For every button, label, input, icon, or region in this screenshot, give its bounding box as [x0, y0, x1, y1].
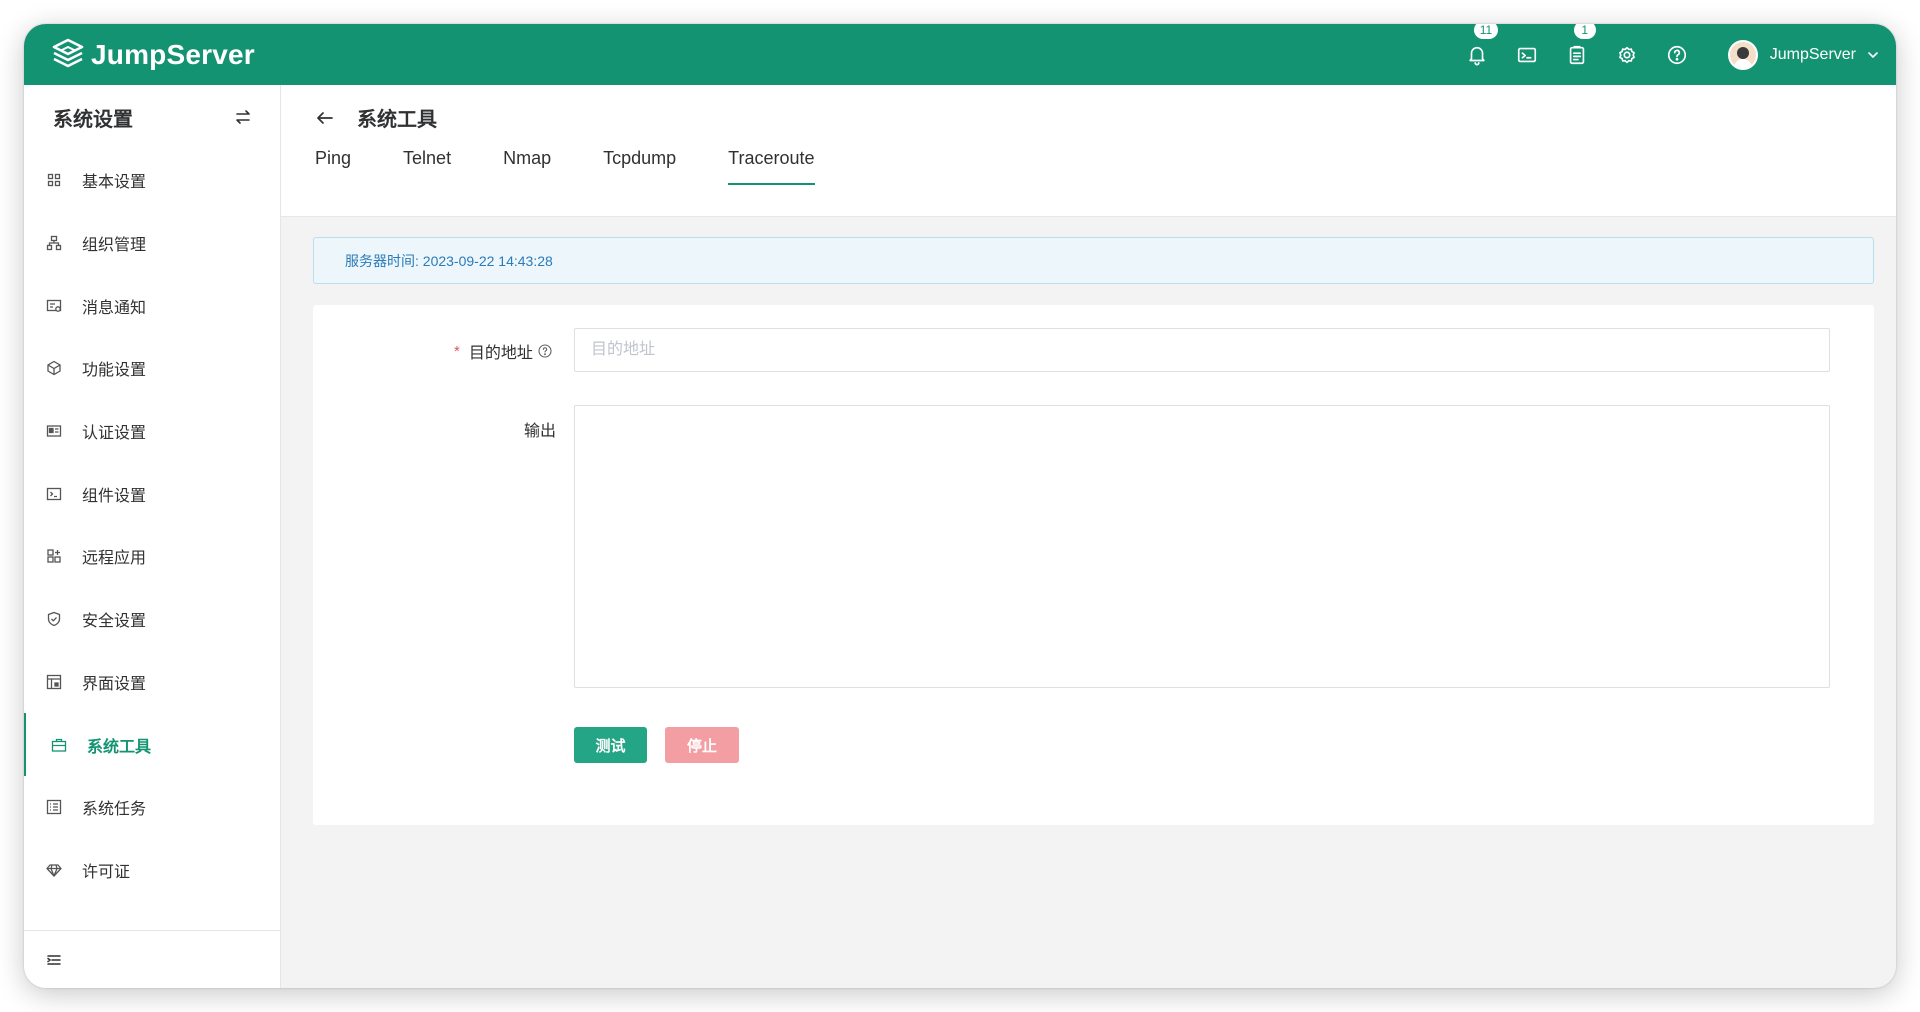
- tab-traceroute[interactable]: Traceroute: [728, 147, 815, 185]
- server-time-text: 服务器时间: 2023-09-22 14:43:28: [345, 252, 553, 269]
- output-label: 输出: [524, 423, 557, 440]
- layout-icon: [46, 674, 62, 689]
- avatar: [1727, 39, 1758, 70]
- stop-button[interactable]: 停止: [665, 727, 739, 763]
- message-icon: [46, 299, 62, 312]
- web-terminal-button[interactable]: [1514, 42, 1540, 68]
- sidebar-item-security[interactable]: 安全设置: [24, 588, 280, 651]
- sidebar-item-messages[interactable]: 消息通知: [24, 274, 280, 337]
- brand-name: JumpServer: [91, 38, 255, 70]
- sidebar-item-label: 系统工具: [87, 738, 152, 756]
- sidebar-title: 系统设置: [53, 108, 133, 131]
- page-title: 系统工具: [357, 109, 437, 131]
- sidebar-item-label: 功能设置: [82, 362, 147, 380]
- sidebar-item-label: 组件设置: [82, 487, 147, 505]
- notifications-button[interactable]: 11: [1464, 24, 1499, 68]
- destination-address-input[interactable]: [574, 328, 1830, 372]
- sidebar-item-label: 认证设置: [82, 425, 147, 443]
- collapse-menu-icon[interactable]: [46, 952, 62, 968]
- server-time-alert: 服务器时间: 2023-09-22 14:43:28: [313, 237, 1874, 284]
- help-button[interactable]: [1664, 42, 1690, 68]
- tab-ping[interactable]: Ping: [315, 147, 351, 185]
- tool-tabs: Ping Telnet Nmap Tcpdump Traceroute: [315, 147, 867, 185]
- required-mark: *: [454, 342, 460, 360]
- chevron-down-icon: [1868, 51, 1878, 58]
- tickets-badge: 1: [1573, 24, 1596, 39]
- username: JumpServer: [1769, 45, 1856, 63]
- help-icon: [1667, 45, 1686, 64]
- task-list-icon: [46, 800, 62, 815]
- sidebar-item-remote-apps[interactable]: 远程应用: [24, 525, 280, 588]
- sidebar-header: 系统设置: [24, 85, 280, 149]
- page-header: 系统工具 Ping Telnet Nmap Tcpdump Traceroute: [281, 85, 1896, 217]
- sidebar-item-label: 界面设置: [82, 675, 147, 693]
- swap-view-icon[interactable]: [234, 108, 252, 126]
- sidebar-item-label: 许可证: [82, 863, 131, 881]
- sidebar-item-label: 组织管理: [82, 237, 147, 255]
- terminal-icon: [1517, 47, 1536, 62]
- sidebar-footer: [24, 930, 280, 988]
- question-circle-icon[interactable]: [538, 344, 552, 358]
- app-window: JumpServer 11 1 JumpServer 系统设置 基本设置 组织管…: [24, 24, 1896, 988]
- output-textarea[interactable]: [574, 405, 1830, 688]
- tab-nmap[interactable]: Nmap: [503, 147, 551, 185]
- tab-telnet[interactable]: Telnet: [403, 147, 451, 185]
- sidebar-item-basic[interactable]: 基本设置: [24, 149, 280, 212]
- org-icon: [46, 235, 62, 251]
- diamond-icon: [46, 864, 62, 877]
- sidebar-item-license[interactable]: 许可证: [24, 839, 280, 902]
- toolbox-icon: [51, 738, 67, 752]
- gear-icon: [1618, 46, 1635, 63]
- sidebar-item-features[interactable]: 功能设置: [24, 337, 280, 400]
- sidebar-item-org[interactable]: 组织管理: [24, 212, 280, 275]
- apps-icon: [47, 549, 61, 564]
- sidebar-item-label: 远程应用: [82, 550, 147, 568]
- user-menu[interactable]: JumpServer: [1727, 39, 1880, 70]
- console-icon: [46, 487, 62, 500]
- grid-icon: [47, 174, 61, 187]
- clipboard-icon: [1569, 45, 1584, 64]
- bell-icon: [1469, 46, 1485, 65]
- shield-icon: [47, 612, 61, 627]
- sidebar-item-interface[interactable]: 界面设置: [24, 651, 280, 714]
- jumpserver-logo-icon: [52, 38, 84, 67]
- traceroute-form-panel: * 目的地址 输出 测试 停止: [313, 305, 1874, 825]
- sidebar-item-label: 消息通知: [82, 299, 147, 317]
- sidebar-menu: 基本设置 组织管理 消息通知 功能设置 认证设置 组件设置 远程应用 安全设置 …: [24, 149, 280, 901]
- sidebar-item-label: 基本设置: [82, 174, 147, 192]
- sidebar-item-label: 系统任务: [82, 801, 147, 819]
- tickets-button[interactable]: 1: [1564, 24, 1596, 68]
- sidebar-item-label: 安全设置: [82, 613, 147, 631]
- back-arrow-icon[interactable]: [315, 108, 335, 128]
- top-actions: 11 1 JumpServer: [1452, 24, 1880, 85]
- id-card-icon: [46, 425, 62, 437]
- sidebar: 系统设置 基本设置 组织管理 消息通知 功能设置 认证设置 组件设置 远程应用 …: [24, 85, 281, 988]
- test-button[interactable]: 测试: [574, 727, 647, 763]
- page-title-row: 系统工具: [315, 103, 437, 132]
- sidebar-item-components[interactable]: 组件设置: [24, 462, 280, 525]
- main-content: 系统工具 Ping Telnet Nmap Tcpdump Traceroute…: [281, 85, 1896, 988]
- settings-button[interactable]: [1614, 42, 1640, 68]
- address-label-text: 目的地址: [468, 345, 533, 362]
- sidebar-item-system-tasks[interactable]: 系统任务: [24, 776, 280, 839]
- address-label: * 目的地址: [454, 339, 552, 363]
- sidebar-item-auth[interactable]: 认证设置: [24, 400, 280, 463]
- top-bar: JumpServer 11 1 JumpServer: [24, 24, 1896, 85]
- feature-icon: [47, 361, 61, 376]
- notifications-badge: 11: [1473, 24, 1499, 39]
- tab-tcpdump[interactable]: Tcpdump: [603, 147, 676, 185]
- brand-logo[interactable]: JumpServer: [51, 38, 255, 72]
- sidebar-item-system-tools[interactable]: 系统工具: [24, 713, 280, 776]
